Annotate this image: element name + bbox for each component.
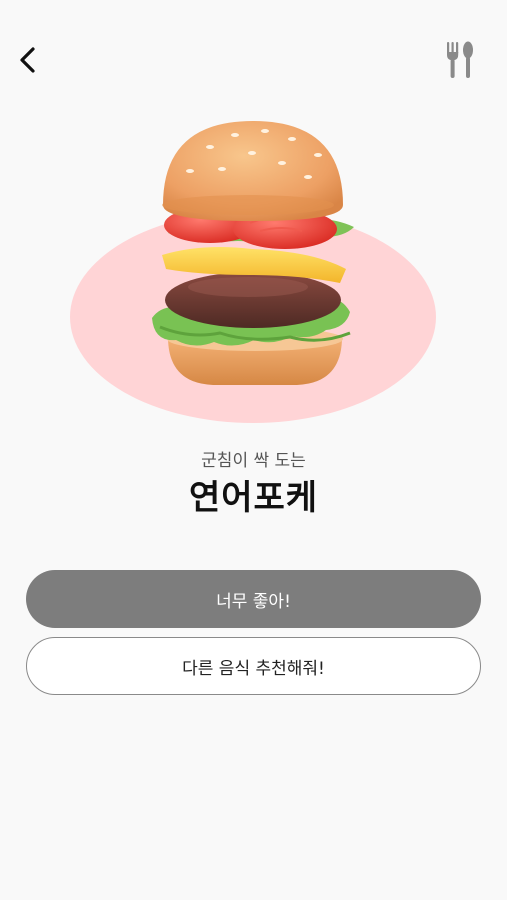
recommend-another-button[interactable]: 다른 음식 추천해줘! xyxy=(26,637,481,695)
chevron-left-icon xyxy=(20,47,35,73)
back-button[interactable] xyxy=(12,42,46,78)
hero-illustration xyxy=(60,105,450,435)
food-name-title: 연어포케 xyxy=(188,478,319,518)
like-button[interactable]: 너무 좋아! xyxy=(26,570,481,628)
recommendation-subtitle: 군침이 싹 도는 xyxy=(201,451,306,471)
status-bar xyxy=(0,0,507,28)
fork-spoon-icon[interactable] xyxy=(440,40,478,80)
